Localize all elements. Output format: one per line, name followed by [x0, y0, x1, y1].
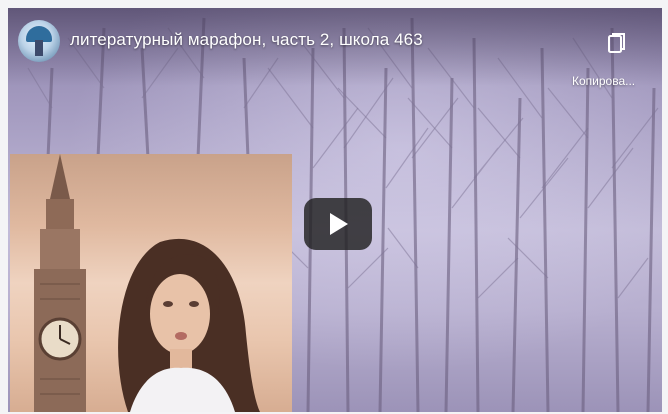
screen: литературный марафон, часть 2, школа 463…	[0, 0, 668, 414]
embedded-video-player[interactable]: литературный марафон, часть 2, школа 463…	[8, 8, 662, 412]
play-icon	[330, 213, 348, 235]
video-title[interactable]: литературный марафон, часть 2, школа 463	[70, 30, 423, 50]
thumbnail-scene	[34, 154, 260, 412]
channel-avatar-icon[interactable]	[18, 20, 60, 62]
copy-link-button[interactable]: Копирова...	[568, 26, 658, 88]
figure-shape	[35, 40, 43, 56]
copy-link-label: Копирова...	[572, 74, 636, 88]
play-button[interactable]	[304, 198, 372, 250]
video-thumbnail	[10, 154, 292, 412]
clock-tower-illustration	[34, 154, 86, 412]
copy-link-icon	[608, 33, 625, 53]
